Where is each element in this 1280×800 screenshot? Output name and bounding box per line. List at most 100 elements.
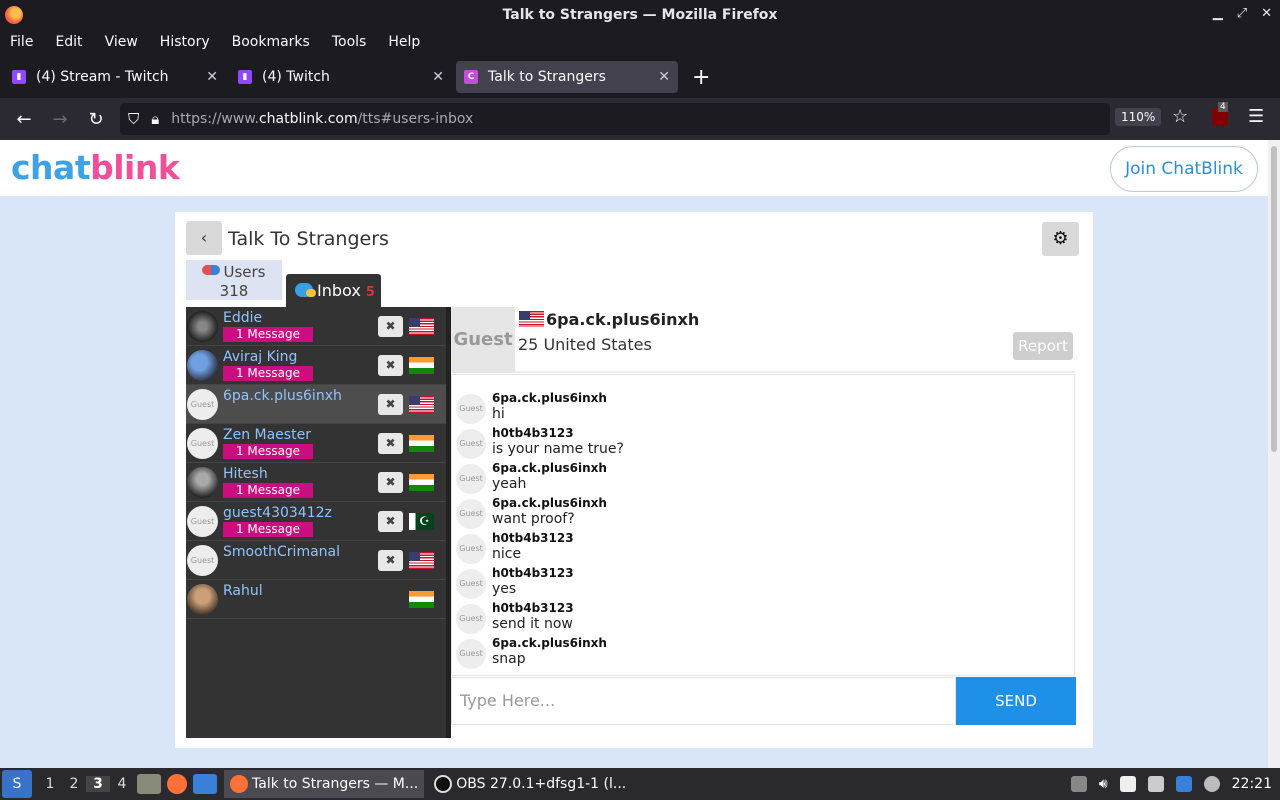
back-icon[interactable]: ← — [6, 109, 42, 130]
message-author: 6pa.ck.plus6inxh — [492, 461, 607, 475]
message-badge: 1 Message — [223, 483, 313, 498]
menu-edit[interactable]: Edit — [55, 34, 82, 50]
user-name[interactable]: Rahul — [223, 583, 263, 599]
india-flag-icon — [409, 435, 434, 452]
lock-icon[interactable]: 🔒︎ — [151, 110, 159, 128]
close-conversation-button[interactable]: ✖ — [378, 316, 403, 337]
message-input[interactable]: Type Here... — [451, 677, 956, 725]
avatar — [187, 467, 218, 498]
close-conversation-button[interactable]: ✖ — [378, 394, 403, 415]
user-name[interactable]: Zen Maester — [223, 427, 311, 443]
scrollbar-thumb[interactable] — [1271, 146, 1277, 452]
tab-users[interactable]: Users 318 — [186, 260, 282, 300]
menu-view[interactable]: View — [105, 34, 138, 50]
partner-name: 6pa.ck.plus6inxh — [519, 309, 699, 329]
pakistan-flag-icon — [409, 513, 434, 530]
reload-icon[interactable]: ↻ — [78, 109, 114, 130]
avatar: Guest — [187, 506, 218, 537]
message-list[interactable]: Guest 6pa.ck.plus6inxh hi Guest h0tb4b31… — [451, 374, 1075, 676]
menu-file[interactable]: File — [10, 34, 33, 50]
avatar: Guest — [456, 499, 486, 529]
forward-icon[interactable]: → — [42, 109, 78, 130]
workspace-4[interactable]: 4 — [110, 776, 134, 792]
zoom-level[interactable]: 110% — [1115, 108, 1162, 126]
chevron-left-icon: ‹ — [200, 228, 208, 247]
notification-icon[interactable] — [1175, 776, 1192, 792]
workspace-2[interactable]: 2 — [62, 776, 86, 792]
user-name[interactable]: Eddie — [223, 310, 262, 326]
join-chatblink-button[interactable]: Join ChatBlink — [1110, 146, 1258, 192]
menu-tools[interactable]: Tools — [332, 34, 367, 50]
user-name[interactable]: Hitesh — [223, 466, 268, 482]
back-button[interactable]: ‹ — [186, 221, 222, 255]
desktop-icon[interactable] — [193, 774, 217, 794]
url-text[interactable]: https://www.chatblink.com/tts#users-inbo… — [171, 111, 473, 127]
list-item[interactable]: Aviraj King 1 Message ✖ — [186, 346, 446, 385]
list-item-selected[interactable]: Guest 6pa.ck.plus6inxh ✖ — [186, 385, 446, 424]
close-tab-icon[interactable]: ✕ — [432, 69, 444, 85]
clock[interactable]: 22:21 — [1232, 776, 1272, 792]
clipboard-icon[interactable] — [1119, 776, 1136, 792]
close-conversation-button[interactable]: ✖ — [378, 511, 403, 532]
chat-message: Guest h0tb4b3123 yes — [452, 564, 1074, 599]
user-name[interactable]: SmoothCrimanal — [223, 544, 340, 560]
workspace-3[interactable]: 3 — [86, 776, 110, 792]
list-item[interactable]: Hitesh 1 Message ✖ — [186, 463, 446, 502]
url-bar[interactable]: ⛉ 🔒︎ https://www.chatblink.com/tts#users… — [120, 103, 1110, 135]
update-icon[interactable] — [1203, 776, 1220, 792]
tab-twitch[interactable]: ▮ (4) Twitch ✕ — [230, 61, 452, 93]
firefox-launcher-icon[interactable] — [167, 774, 187, 794]
close-conversation-button[interactable]: ✖ — [378, 550, 403, 571]
close-window-icon[interactable]: ✕ — [1261, 6, 1272, 21]
menu-help[interactable]: Help — [388, 34, 420, 50]
inbox-count-badge: 5 — [365, 285, 375, 300]
user-name[interactable]: 6pa.ck.plus6inxh — [223, 388, 342, 404]
maximize-icon[interactable]: ⤢ — [1237, 6, 1247, 21]
network-icon[interactable] — [1147, 776, 1164, 792]
list-item[interactable]: Guest SmoothCrimanal ✖ — [186, 541, 446, 580]
close-tab-icon[interactable]: ✕ — [206, 69, 218, 85]
tab-stream-twitch[interactable]: ▮ (4) Stream - Twitch ✕ — [4, 61, 226, 93]
users-icon — [202, 265, 221, 275]
tray-disk-icon[interactable] — [1070, 776, 1087, 792]
workspace-1[interactable]: 1 — [38, 776, 62, 792]
tab-talk-to-strangers[interactable]: C Talk to Strangers ✕ — [456, 61, 678, 93]
tab-inbox[interactable]: Inbox 5 — [286, 274, 381, 308]
chatblink-logo[interactable]: chatblink — [11, 148, 180, 187]
close-tab-icon[interactable]: ✕ — [658, 69, 670, 85]
task-obs[interactable]: OBS 27.0.1+dfsg1-1 (l... — [428, 770, 632, 798]
volume-icon[interactable]: 🔊︎ — [1099, 776, 1108, 792]
page-scrollbar[interactable] — [1268, 140, 1280, 768]
list-item[interactable]: Guest Zen Maester 1 Message ✖ — [186, 424, 446, 463]
message-author: 6pa.ck.plus6inxh — [492, 391, 607, 405]
send-button[interactable]: SEND — [956, 677, 1076, 725]
avatar — [187, 584, 218, 615]
menu-hamburger-icon[interactable]: ☰ — [1248, 106, 1264, 127]
message-badge: 1 Message — [223, 444, 313, 459]
close-conversation-button[interactable]: ✖ — [378, 472, 403, 493]
menu-history[interactable]: History — [160, 34, 210, 50]
us-flag-icon — [519, 311, 544, 327]
report-button[interactable]: Report — [1013, 332, 1073, 360]
new-tab-icon[interactable]: + — [692, 65, 710, 90]
firefox-icon — [5, 6, 23, 24]
list-item[interactable]: Eddie 1 Message ✖ — [186, 307, 446, 346]
minimize-icon[interactable]: ▁ — [1213, 6, 1223, 21]
user-name[interactable]: Aviraj King — [223, 349, 297, 365]
avatar: Guest — [187, 428, 218, 459]
bookmark-star-icon[interactable]: ☆ — [1172, 106, 1188, 127]
gear-icon: ⚙ — [1052, 228, 1069, 249]
shield-icon[interactable]: ⛉ — [128, 110, 139, 128]
message-author: 6pa.ck.plus6inxh — [492, 636, 607, 650]
close-conversation-button[interactable]: ✖ — [378, 355, 403, 376]
menu-bookmarks[interactable]: Bookmarks — [232, 34, 310, 50]
start-menu-icon[interactable]: S — [2, 770, 32, 798]
list-item[interactable]: Guest guest4303412z 1 Message ✖ — [186, 502, 446, 541]
user-name[interactable]: guest4303412z — [223, 505, 332, 521]
list-item[interactable]: Rahul — [186, 580, 446, 619]
file-manager-icon[interactable] — [137, 774, 161, 794]
task-firefox[interactable]: Talk to Strangers — M... — [224, 770, 425, 798]
close-conversation-button[interactable]: ✖ — [378, 433, 403, 454]
settings-button[interactable]: ⚙ — [1042, 222, 1079, 256]
tab-label: Talk to Strangers — [488, 69, 606, 85]
